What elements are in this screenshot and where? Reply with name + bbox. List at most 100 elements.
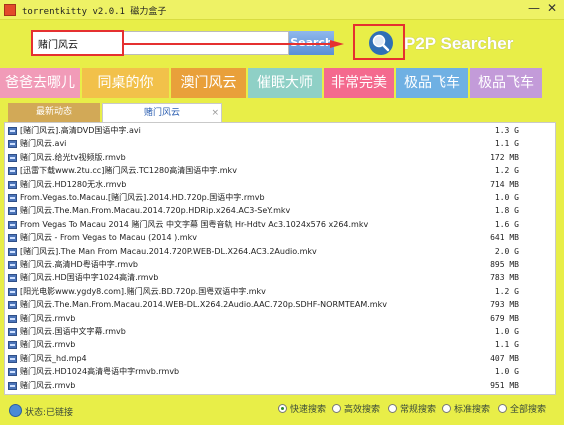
- file-icon: [8, 261, 17, 269]
- mode-radio-all[interactable]: 全部搜索: [498, 404, 546, 416]
- file-size: 1.3 G: [494, 126, 519, 135]
- search-area: Search P2P Searcher: [0, 20, 564, 68]
- result-row[interactable]: 赌门风云.HD国语中字1024高清.rmvb 783 MB: [5, 272, 555, 284]
- magnifier-icon: [369, 31, 393, 55]
- file-icon: [8, 381, 17, 390]
- file-size: 1.1 G: [494, 340, 519, 350]
- result-row[interactable]: 赌门风云.The.Man.From.Macau.2014.WEB-DL.X264…: [5, 299, 555, 311]
- file-icon: [8, 247, 17, 256]
- file-icon: [8, 207, 17, 216]
- results-list: [赌门风云].高清DVD国语中字.avi 1.3 G 赌门风云.avi 1.1 G 赌门…: [4, 122, 556, 395]
- file-name: 赌门风云.The.Man.From.Macau.2014.WEB-DL.X264…: [20, 300, 387, 310]
- mode-radio-normal[interactable]: 常规搜索: [388, 404, 436, 416]
- result-row[interactable]: 赌门风云 - From Vegas to Macau (2014 ).mkv 64…: [5, 232, 555, 244]
- result-row[interactable]: 赌门风云.高清HD粤语中字.rmvb 895 MB: [5, 259, 555, 271]
- file-size: 783 MB: [490, 273, 519, 283]
- file-size: 1.0 G: [494, 367, 519, 377]
- hot-tag[interactable]: 爸爸去哪儿: [0, 68, 80, 98]
- result-row[interactable]: [阳光电影www.ygdy8.com].赌门风云.BD.720p.国粤双语中字.…: [5, 286, 555, 298]
- app-window: torrentkitty v2.0.1 磁力盒子 — ✕ Search P2P …: [0, 0, 564, 425]
- file-size: 1.8 G: [494, 206, 519, 216]
- file-size: 407 MB: [490, 353, 519, 363]
- result-row[interactable]: 赌门风云.国语中文字幕.rmvb 1.0 G: [5, 326, 555, 338]
- file-icon: [8, 368, 17, 377]
- file-icon: [8, 328, 17, 336]
- mode-radio-fast[interactable]: 快速搜索: [278, 404, 326, 416]
- file-name: 赌门风云.rmvb: [20, 340, 76, 350]
- file-name: From Vegas To Macau 2014 赌门风云 中文字幕 国粤音轨 …: [20, 219, 369, 229]
- result-row[interactable]: 赌门风云_hd.mp4 407 MB: [5, 353, 555, 365]
- file-size: 1.1 G: [494, 139, 519, 149]
- tab-current-search[interactable]: 赌门风云 ×: [102, 103, 222, 122]
- file-name: [迅雷下载www.2tu.cc]赌门风云.TC1280高清国语中字.mkv: [20, 166, 237, 176]
- file-icon: [8, 194, 17, 202]
- file-size: 1.6 G: [494, 219, 519, 229]
- file-name: 赌门风云 - From Vegas to Macau (2014 ).mkv: [20, 233, 197, 243]
- result-row[interactable]: [赌门风云].高清DVD国语中字.avi 1.3 G: [5, 125, 555, 137]
- file-icon: [8, 354, 17, 363]
- file-name: 赌门风云.HD1024高清粤语中字rmvb.rmvb: [20, 367, 180, 377]
- status-bar: 状态:已链接 快速搜索 高效搜索 常规搜索 标准搜索 全部搜索: [0, 398, 564, 425]
- file-name: 赌门风云.HD国语中字1024高清.rmvb: [20, 273, 159, 283]
- result-row[interactable]: 赌门风云.avi 1.1 G: [5, 138, 555, 150]
- file-size: 1.0 G: [494, 327, 519, 336]
- result-row[interactable]: 赌门风云.rmvb 679 MB: [5, 313, 555, 325]
- file-size: 1.2 G: [494, 286, 519, 296]
- file-name: 赌门风云.The.Man.From.Macau.2014.720p.HDRip.…: [20, 206, 291, 216]
- mode-label: 常规搜索: [400, 405, 437, 415]
- file-size: 793 MB: [490, 300, 519, 310]
- result-row[interactable]: From.Vegas.to.Macau.[赌门风云].2014.HD.720p.…: [5, 192, 555, 204]
- file-icon: [8, 153, 17, 162]
- result-row[interactable]: From Vegas To Macau 2014 赌门风云 中文字幕 国粤音轨 …: [5, 219, 555, 231]
- result-row[interactable]: 赌门风云.rmvb 1.1 G: [5, 339, 555, 351]
- file-name: 赌门风云.avi: [20, 139, 67, 149]
- mode-radio-efficient[interactable]: 高效搜索: [332, 404, 380, 416]
- file-size: 641 MB: [490, 233, 519, 243]
- app-logo-icon: [4, 4, 16, 16]
- file-size: 895 MB: [490, 260, 519, 269]
- tab-label: 赌门风云: [143, 108, 180, 118]
- file-size: 2.0 G: [494, 246, 519, 256]
- file-size: 679 MB: [490, 313, 519, 323]
- result-row[interactable]: 赌门风云.rmvb 951 MB: [5, 380, 555, 392]
- file-size: 1.0 G: [494, 193, 519, 202]
- file-size: 172 MB: [490, 152, 519, 162]
- tab-close-icon[interactable]: ×: [211, 104, 219, 123]
- title-bar: torrentkitty v2.0.1 磁力盒子 — ✕: [0, 0, 564, 20]
- file-icon: [8, 127, 17, 135]
- mode-label: 快速搜索: [290, 405, 327, 415]
- file-icon: [8, 234, 17, 243]
- result-row[interactable]: 赌门风云.The.Man.From.Macau.2014.720p.HDRip.…: [5, 205, 555, 217]
- file-name: 赌门风云.国语中文字幕.rmvb: [20, 327, 126, 336]
- file-name: 赌门风云.rmvb: [20, 313, 76, 323]
- radio-dot-icon: [332, 404, 341, 413]
- mode-label: 标准搜索: [454, 405, 491, 415]
- result-row[interactable]: [迅雷下载www.2tu.cc]赌门风云.TC1280高清国语中字.mkv 1.2…: [5, 165, 555, 177]
- connection-status-icon: [9, 404, 22, 417]
- minimize-button[interactable]: —: [526, 2, 542, 17]
- result-row[interactable]: 赌门风云.HD1024高清粤语中字rmvb.rmvb 1.0 G: [5, 366, 555, 378]
- hot-tags-bar: 爸爸去哪儿 同桌的你 澳门风云 催眠大师 非常完美 极品飞车 极品飞车: [0, 68, 564, 98]
- mode-radio-standard[interactable]: 标准搜索: [442, 404, 490, 416]
- close-button[interactable]: ✕: [544, 2, 560, 17]
- file-icon: [8, 140, 17, 149]
- hot-tag[interactable]: 极品飞车: [470, 68, 542, 98]
- file-size: 714 MB: [490, 179, 519, 189]
- radio-dot-icon: [498, 404, 507, 413]
- hot-tag[interactable]: 极品飞车: [396, 68, 468, 98]
- file-icon: [8, 341, 17, 350]
- result-tabs: 最新动态 赌门风云 ×: [0, 100, 564, 122]
- radio-dot-icon: [388, 404, 397, 413]
- result-row[interactable]: 赌门风云.HD1280无水.rmvb 714 MB: [5, 179, 555, 191]
- red-arrow-icon: [124, 40, 344, 48]
- hot-tag[interactable]: 催眠大师: [248, 68, 322, 98]
- hot-tag[interactable]: 同桌的你: [82, 68, 169, 98]
- result-row[interactable]: [赌门风云].The Man From Macau.2014.720P.WEB-…: [5, 246, 555, 258]
- hot-tag[interactable]: 非常完美: [324, 68, 394, 98]
- hot-tag[interactable]: 澳门风云: [171, 68, 246, 98]
- result-row[interactable]: 赌门风云.给光tv视频版.rmvb 172 MB: [5, 152, 555, 164]
- tab-latest[interactable]: 最新动态: [8, 103, 100, 122]
- file-icon: [8, 301, 17, 310]
- mode-label: 高效搜索: [344, 405, 381, 415]
- file-size: 951 MB: [490, 380, 519, 390]
